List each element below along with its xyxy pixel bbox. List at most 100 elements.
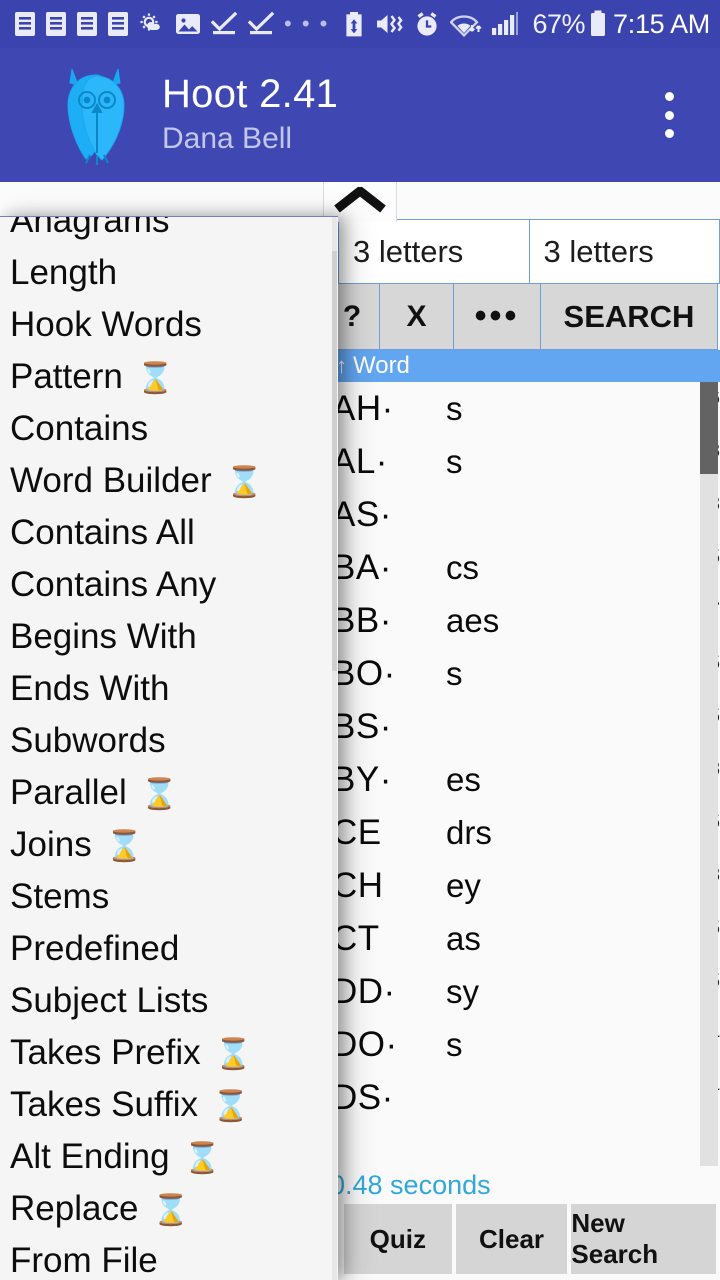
overflow-dot-icon xyxy=(664,129,674,138)
elapsed-time-label: 0.48 seconds xyxy=(330,1170,491,1200)
status-overflow-dots-icon: • • • xyxy=(284,11,330,36)
length-min-field[interactable]: 3 letters xyxy=(338,220,530,284)
dropdown-item-contains-all[interactable]: Contains All xyxy=(0,507,338,559)
dropdown-item-takes-prefix[interactable]: Takes Prefix ⌛ xyxy=(0,1027,338,1079)
dropdown-item-label: Ends With xyxy=(10,669,170,708)
dropdown-item-contains-any[interactable]: Contains Any xyxy=(0,559,338,611)
dropdown-item-replace[interactable]: Replace ⌛ xyxy=(0,1183,338,1235)
list-document-icon xyxy=(14,9,36,39)
dropdown-item-predefined[interactable]: Predefined xyxy=(0,923,338,975)
dropdown-item-anagrams[interactable]: Anagrams xyxy=(0,216,338,247)
result-row[interactable]: AH·s6 xyxy=(324,382,720,435)
result-word: BO· xyxy=(332,653,396,693)
dropdown-item-label: Stems xyxy=(10,877,110,916)
result-row[interactable]: BS·5 xyxy=(324,700,720,753)
result-hooks: aes xyxy=(446,601,500,639)
dropdown-item-label: Anagrams xyxy=(10,216,170,240)
owl-logo-icon xyxy=(56,63,140,167)
dropdown-item-label: Contains xyxy=(10,409,149,448)
hourglass-icon: ⌛ xyxy=(105,830,144,863)
vibrate-mute-icon xyxy=(374,9,404,39)
search-button[interactable]: SEARCH xyxy=(540,284,718,350)
result-row[interactable]: CHey8 xyxy=(324,859,720,912)
dropdown-item-ends-with[interactable]: Ends With xyxy=(0,663,338,715)
hourglass-icon: ⌛ xyxy=(212,1090,250,1123)
result-word: CE xyxy=(332,812,382,852)
dropdown-item-label: Alt Ending xyxy=(10,1137,170,1176)
dropdown-item-subject-lists[interactable]: Subject Lists xyxy=(0,975,338,1027)
result-word: AL· xyxy=(332,441,388,481)
result-row[interactable]: DD·sy5 xyxy=(324,965,720,1018)
result-row[interactable]: BB·aes7 xyxy=(324,594,720,647)
result-row[interactable]: CEdrs5 xyxy=(324,806,720,859)
app-subtitle: Dana Bell xyxy=(162,121,293,155)
result-row[interactable]: BA·cs5 xyxy=(324,541,720,594)
result-row[interactable]: AL·s3 xyxy=(324,435,720,488)
dropdown-item-label: Replace xyxy=(10,1189,139,1228)
app-bar: Hoot 2.41 Dana Bell xyxy=(0,48,720,182)
dropdown-item-stems[interactable]: Stems xyxy=(0,871,338,923)
quiz-button[interactable]: Quiz xyxy=(344,1204,452,1274)
result-row[interactable]: BO·s5 xyxy=(324,647,720,700)
dropdown-item-label: Joins xyxy=(10,825,92,864)
result-hooks: drs xyxy=(446,813,492,851)
dropdown-item-subwords[interactable]: Subwords xyxy=(0,715,338,767)
dropdown-item-length[interactable]: Length xyxy=(0,247,338,299)
chevron-up-icon xyxy=(333,184,387,218)
dropdown-item-label: Hook Words xyxy=(10,305,202,344)
dropdown-scrollbar-thumb[interactable] xyxy=(332,251,337,671)
dropdown-item-label: Subject Lists xyxy=(10,981,209,1020)
dropdown-item-begins-with[interactable]: Begins With xyxy=(0,611,338,663)
result-row[interactable]: CTas5 xyxy=(324,912,720,965)
dropdown-item-label: Pattern xyxy=(10,357,123,396)
dropdown-item-takes-suffix[interactable]: Takes Suffix ⌛ xyxy=(0,1079,338,1131)
hourglass-icon: ⌛ xyxy=(152,1194,190,1227)
result-row[interactable]: DO·s4 xyxy=(324,1018,720,1071)
result-row[interactable]: AS·3 xyxy=(324,488,720,541)
search-type-dropdown-list: Anagrams Length Hook Words Pattern ⌛ Contains… xyxy=(0,216,338,1280)
result-row[interactable]: DS·4 xyxy=(324,1071,720,1124)
dropdown-item-pattern[interactable]: Pattern ⌛ xyxy=(0,351,338,403)
results-scrollbar-thumb[interactable] xyxy=(700,382,718,474)
dropdown-scrollbar-track[interactable] xyxy=(332,217,337,1280)
result-hooks: s xyxy=(446,389,463,427)
dropdown-item-joins[interactable]: Joins ⌛ xyxy=(0,819,338,871)
search-type-dropdown[interactable]: Anagrams Length Hook Words Pattern ⌛ Contains… xyxy=(0,216,338,1280)
dropdown-item-from-file[interactable]: From File xyxy=(0,1235,338,1280)
weather-partly-sunny-icon xyxy=(138,9,166,39)
result-hooks: ey xyxy=(446,866,481,904)
clear-button[interactable]: Clear xyxy=(455,1204,568,1274)
more-options-button[interactable]: ••• xyxy=(453,284,541,350)
result-hooks: es xyxy=(446,760,481,798)
task-complete-icon xyxy=(210,9,238,39)
battery-saver-icon xyxy=(343,9,365,39)
dropdown-item-contains[interactable]: Contains xyxy=(0,403,338,455)
result-word: DO· xyxy=(332,1024,398,1064)
results-list[interactable]: AH·s6AL·s3AS·3BA·cs5BB·aes7BO·s5BS·5BY·e… xyxy=(324,382,720,1166)
dropdown-item-word-builder[interactable]: Word Builder ⌛ xyxy=(0,455,338,507)
list-document-icon xyxy=(76,9,98,39)
dropdown-item-hook-words[interactable]: Hook Words xyxy=(0,299,338,351)
result-hooks: s xyxy=(446,442,463,480)
image-icon xyxy=(175,9,201,39)
dropdown-item-alt-ending[interactable]: Alt Ending ⌛ xyxy=(0,1131,338,1183)
result-word: CT xyxy=(332,918,380,958)
results-column-header[interactable]: ↑ Word xyxy=(324,350,720,382)
result-word: BB· xyxy=(332,600,392,640)
overflow-menu-button[interactable] xyxy=(648,87,690,143)
dropdown-item-parallel[interactable]: Parallel ⌛ xyxy=(0,767,338,819)
result-word: DD· xyxy=(332,971,396,1011)
app-title-block: Hoot 2.41 Dana Bell xyxy=(162,73,338,158)
results-scrollbar-track[interactable] xyxy=(700,382,718,1166)
hourglass-icon: ⌛ xyxy=(183,1142,221,1175)
hourglass-icon: ⌛ xyxy=(214,1038,252,1071)
battery-percent-label: 67% xyxy=(532,8,586,39)
result-hooks: s xyxy=(446,1025,463,1063)
dropdown-item-label: Length xyxy=(10,253,118,292)
result-row[interactable]: BY·es8 xyxy=(324,753,720,806)
new-search-button[interactable]: New Search xyxy=(571,1204,716,1274)
clear-x-button[interactable]: X xyxy=(379,284,454,350)
length-max-field[interactable]: 3 letters xyxy=(528,220,720,284)
signal-bars-icon xyxy=(491,9,519,39)
result-hooks: s xyxy=(446,654,463,692)
